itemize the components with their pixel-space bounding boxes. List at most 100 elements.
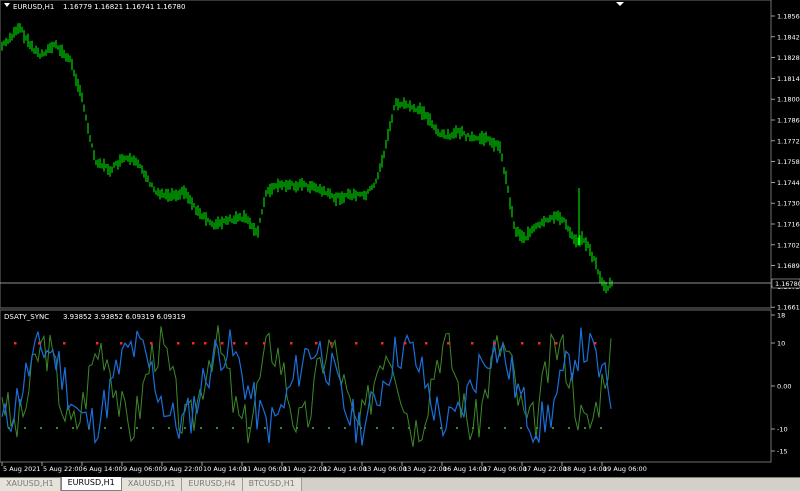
price-tick-label: 1.17025	[777, 241, 800, 249]
price-axis[interactable]: 1.18565 1.18420 1.18280 1.18140 1.18000 1.178…	[771, 13, 800, 312]
indicator-dot-green	[568, 427, 570, 429]
indicator-dot-green	[488, 427, 490, 429]
indicator-tick-label: -10	[777, 426, 788, 434]
indicator-dot-green	[264, 427, 266, 429]
indicator-axis[interactable]: 18 10 0.00 -10 -15	[771, 312, 791, 456]
indicator-dot-green	[424, 427, 426, 429]
indicator-dot-green	[200, 427, 202, 429]
indicator-dot-green	[88, 427, 90, 429]
indicator-dot-green	[232, 427, 234, 429]
indicator-dot-red	[471, 342, 474, 345]
price-tick-label: 1.18000	[777, 96, 800, 104]
indicator-tick-label: -15	[777, 448, 788, 456]
indicator-panel[interactable]	[0, 309, 772, 463]
price-tick-label: 1.17445	[777, 179, 800, 187]
indicator-dot-red	[63, 342, 66, 345]
time-tick-label: 13 Aug 22:00	[403, 465, 447, 473]
time-tick-label: 10 Aug 14:00	[203, 465, 247, 473]
indicator-dot-red	[447, 342, 450, 345]
chart-tab-3[interactable]: EURUSD,H4	[182, 478, 243, 491]
indicator-values: 3.93852 3.93852 6.09319 6.09319	[63, 313, 185, 321]
indicator-dot-green	[72, 427, 74, 429]
chart-tab-0[interactable]: XAUUSD,H1	[0, 478, 61, 491]
indicator-dot-red	[555, 342, 558, 345]
time-tick-label: 13 Aug 06:00	[363, 465, 407, 473]
indicator-dot-red	[425, 342, 428, 345]
indicator-dot-red	[315, 342, 318, 345]
indicator-dot-green	[472, 427, 474, 429]
indicator-tick-label: 18	[777, 312, 785, 320]
indicator-dot-green	[136, 427, 138, 429]
indicator-dot-green	[376, 427, 378, 429]
indicator-dot-green	[168, 427, 170, 429]
indicator-dot-green	[216, 427, 218, 429]
indicator-dot-green	[184, 427, 186, 429]
indicator-dot-green	[328, 427, 330, 429]
indicator-dot-red	[14, 342, 17, 345]
price-panel[interactable]	[0, 0, 772, 309]
indicator-dot-red	[221, 342, 224, 345]
indicator-dot-red	[204, 342, 207, 345]
indicator-dot-green	[24, 427, 26, 429]
price-tick-label: 1.17720	[777, 137, 800, 145]
indicator-dot-red	[120, 342, 123, 345]
indicator-dot-green	[120, 427, 122, 429]
indicator-dot-green	[440, 427, 442, 429]
price-tick-label: 1.17860	[777, 117, 800, 125]
indicator-dot-green	[600, 427, 602, 429]
chart-tab-1[interactable]: EURUSD,H1	[60, 477, 122, 491]
indicator-tick-label: 10	[777, 340, 785, 348]
chart-window[interactable]: EURUSD,H1 1.16779 1.16821 1.16741 1.1678…	[0, 0, 800, 477]
indicator-dot-red	[192, 342, 195, 345]
indicator-dot-red	[177, 342, 180, 345]
indicator-dot-red	[233, 342, 236, 345]
time-tick-label: 9 Aug 22:00	[163, 465, 203, 473]
indicator-dot-red	[381, 342, 384, 345]
price-tick-label: 1.18420	[777, 33, 800, 41]
indicator-dot-red	[150, 342, 153, 345]
time-tick-label: 17 Aug 22:00	[523, 465, 567, 473]
indicator-dot-green	[360, 427, 362, 429]
price-tick-label: 1.17305	[777, 200, 800, 208]
indicator-dot-red	[493, 342, 496, 345]
indicator-dot-green	[392, 427, 394, 429]
price-tick-label: 1.17580	[777, 158, 800, 166]
indicator-dot-green	[152, 427, 154, 429]
time-tick-label: 18 Aug 14:00	[563, 465, 607, 473]
indicator-dot-green	[56, 427, 58, 429]
current-price-label: 1.16780	[775, 280, 800, 288]
price-tick-label: 1.16610	[777, 304, 800, 312]
time-tick-label: 17 Aug 06:00	[483, 465, 527, 473]
time-tick-label: 11 Aug 06:00	[243, 465, 287, 473]
time-tick-label: 6 Aug 14:00	[83, 465, 123, 473]
indicator-tick-label: 0.00	[777, 383, 791, 391]
ohlc-values: 1.16779 1.16821 1.16741 1.16780	[63, 3, 185, 11]
chart-tab-2[interactable]: XAUUSD,H1	[121, 478, 183, 491]
indicator-dot-red	[245, 342, 248, 345]
time-tick-label: 12 Aug 14:00	[323, 465, 367, 473]
chart-tab-4[interactable]: BTCUSD,H1	[242, 478, 302, 491]
indicator-dot-green	[280, 427, 282, 429]
indicator-dot-red	[594, 342, 597, 345]
time-tick-label: 5 Aug 2021	[3, 465, 41, 473]
indicator-dot-red	[355, 342, 358, 345]
indicator-dot-green	[40, 427, 42, 429]
indicator-dot-green	[504, 427, 506, 429]
indicator-dot-red	[263, 342, 266, 345]
indicator-dot-green	[456, 427, 458, 429]
chart-canvas[interactable]: EURUSD,H1 1.16779 1.16821 1.16741 1.1678…	[0, 0, 800, 477]
price-tick-label: 1.18280	[777, 54, 800, 62]
time-tick-label: 11 Aug 22:00	[283, 465, 327, 473]
indicator-dot-green	[104, 427, 106, 429]
indicator-dot-red	[96, 342, 99, 345]
indicator-dot-red	[330, 342, 333, 345]
indicator-dot-green	[552, 427, 554, 429]
indicator-dot-green	[296, 427, 298, 429]
chart-tab-bar: XAUUSD,H1 EURUSD,H1 XAUUSD,H1 EURUSD,H4 BTCU…	[0, 477, 800, 491]
indicator-dot-red	[38, 342, 41, 345]
price-tick-label: 1.16890	[777, 262, 800, 270]
price-tick-label: 1.18565	[777, 13, 800, 21]
indicator-dot-green	[520, 427, 522, 429]
indicator-dot-red	[538, 342, 541, 345]
time-axis[interactable]: 5 Aug 2021 5 Aug 22:00 6 Aug 14:00 9 Aug 06…	[1, 462, 647, 473]
